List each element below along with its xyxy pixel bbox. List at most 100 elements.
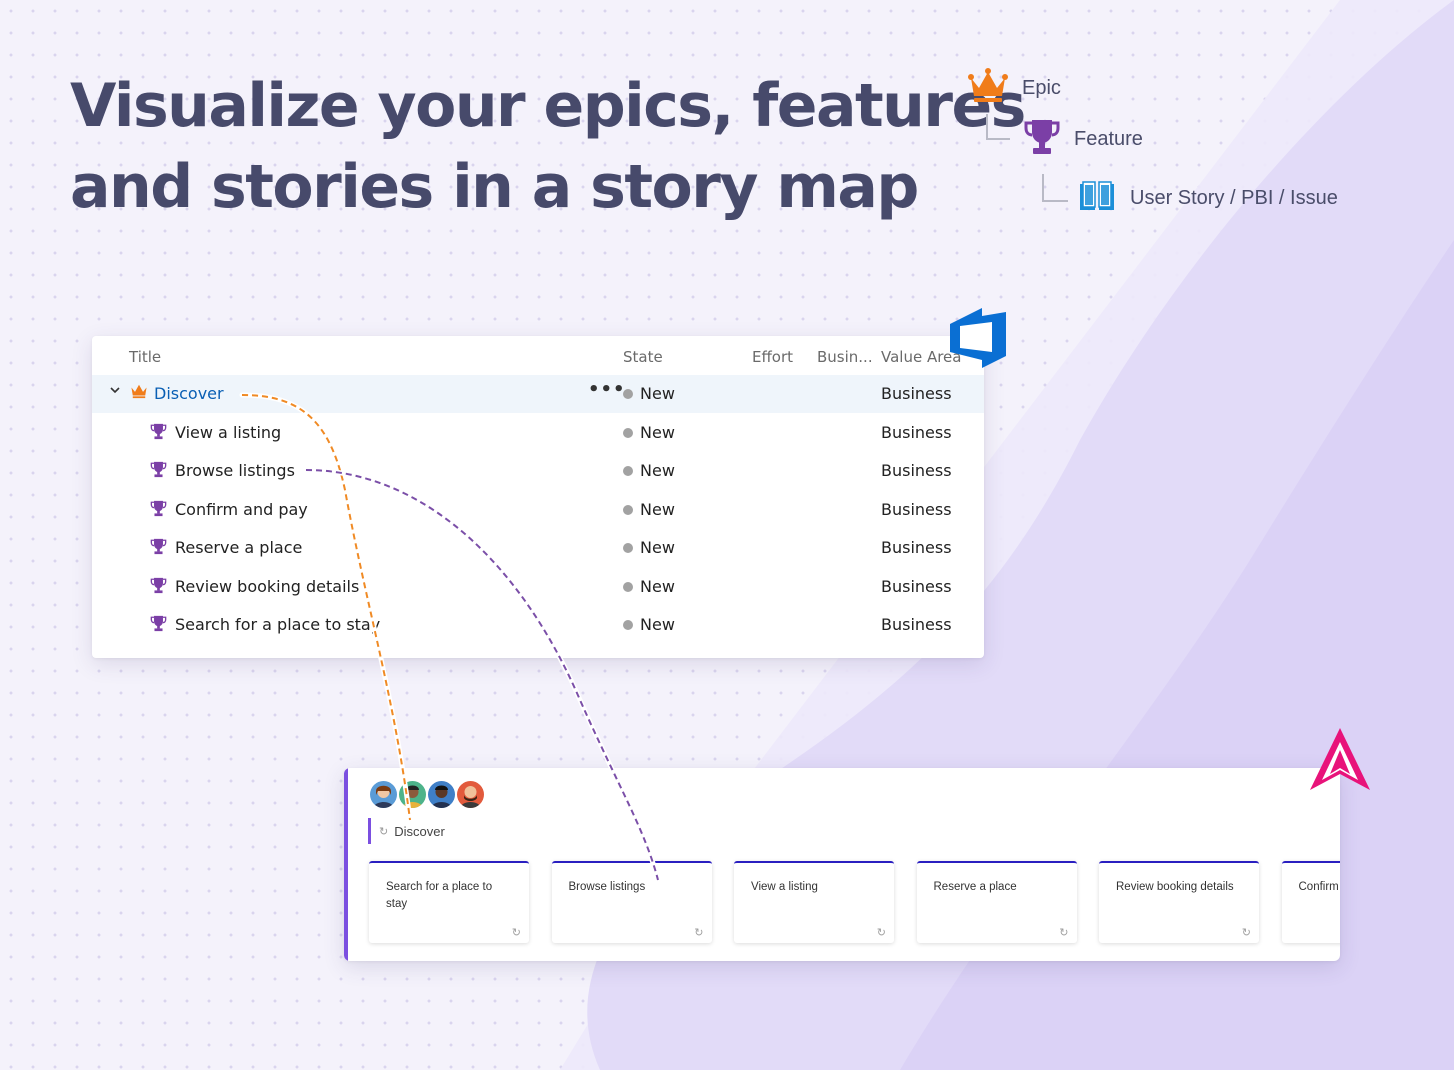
headline-line-2: and stories in a story map (70, 152, 919, 222)
avatar[interactable] (397, 779, 428, 810)
state-label: New (640, 538, 675, 557)
state-cell: New (623, 423, 675, 442)
state-dot-icon (623, 466, 633, 476)
story-map-board: ↻ Discover Search for a place to stay ↻ Br… (344, 768, 1340, 961)
avatar[interactable] (455, 779, 486, 810)
feature-card-title: Reserve a place (933, 881, 1017, 893)
sync-icon: ↻ (1241, 927, 1251, 939)
feature-card[interactable]: Search for a place to stay ↻ (369, 861, 529, 943)
state-cell: New (623, 384, 675, 403)
state-dot-icon (623, 581, 633, 592)
story-map-epic-title: Discover (394, 823, 445, 839)
feature-card-title: Confirm and pay (1298, 881, 1341, 893)
state-cell: New (623, 577, 675, 596)
state-label: New (640, 461, 675, 480)
hierarchy-legend: Epic Feature User Story / PBI / Issue (968, 66, 1388, 226)
row-title[interactable]: Browse listings (175, 461, 295, 480)
state-dot-icon (623, 427, 633, 438)
value-area-cell: Business (881, 422, 952, 442)
feature-card[interactable]: View a listing ↻ (734, 861, 894, 943)
story-map-epic[interactable]: ↻ Discover (368, 818, 445, 844)
trophy-icon (150, 500, 167, 521)
column-header-title[interactable]: Title (129, 348, 161, 366)
feature-card-title: View a listing (751, 881, 818, 893)
avatar[interactable] (426, 779, 457, 810)
chevron-down-icon[interactable] (110, 383, 120, 399)
sync-icon: ↻ (1059, 927, 1069, 939)
state-dot-icon (623, 620, 633, 630)
trophy-icon (150, 461, 167, 482)
column-header-business-value[interactable]: Busin... (817, 348, 873, 366)
state-cell: New (623, 500, 675, 519)
feature-card-title: Review booking details (1116, 881, 1234, 893)
state-label: New (640, 499, 675, 519)
row-title[interactable]: Search for a place to stay (175, 615, 380, 634)
table-row[interactable]: Reserve a place New Business (92, 529, 984, 567)
azure-devops-backlog-table: Title State Effort Busin... Value Area D… (92, 336, 984, 658)
trophy-icon (150, 577, 167, 598)
book-icon (1078, 180, 1116, 217)
table-row[interactable]: Confirm and pay New Business (92, 491, 984, 529)
crown-icon (130, 383, 148, 403)
state-label: New (640, 576, 675, 596)
table-row-epic[interactable]: Discover ••• New Business (92, 375, 984, 413)
avatar[interactable] (368, 779, 399, 810)
value-area-cell: Business (881, 576, 952, 596)
value-area-cell: Business (881, 499, 952, 519)
row-title[interactable]: Review booking details (175, 577, 359, 596)
state-dot-icon (623, 389, 633, 399)
crown-icon (968, 68, 1008, 109)
sync-icon: ↻ (876, 927, 886, 939)
legend-epic: Epic (968, 68, 1061, 109)
state-cell: New (623, 461, 675, 480)
table-row[interactable]: Review booking details New Business (92, 568, 984, 606)
state-label: New (640, 422, 675, 442)
feature-card-title: Search for a place to stay (386, 881, 493, 910)
azure-devops-logo (950, 308, 1006, 368)
value-area-cell: Business (881, 461, 952, 480)
headline-line-1: Visualize your epics, features (70, 71, 1026, 141)
story-map-app-logo (1310, 728, 1370, 790)
legend-connector-1 (986, 114, 1010, 140)
legend-epic-label: Epic (1022, 77, 1061, 99)
table-row[interactable]: Browse listings New Business (92, 452, 984, 490)
feature-card[interactable]: Confirm and pay↻ (1281, 861, 1341, 943)
table-header: Title State Effort Busin... Value Area (92, 336, 984, 376)
sync-icon: ↻ (379, 825, 389, 838)
headline: Visualize your epics, features and stori… (70, 66, 1026, 228)
row-title[interactable]: View a listing (175, 423, 281, 442)
board-accent-bar (344, 768, 348, 961)
more-actions-icon[interactable]: ••• (588, 379, 626, 400)
legend-feature: Feature (1024, 118, 1143, 161)
trophy-icon (150, 538, 167, 559)
state-label: New (640, 384, 675, 403)
state-cell: New (623, 615, 675, 634)
state-dot-icon (623, 543, 633, 553)
row-title[interactable]: Confirm and pay (175, 500, 308, 519)
epic-title-link[interactable]: Discover (154, 384, 224, 403)
trophy-icon (150, 423, 167, 444)
trophy-icon (1024, 118, 1060, 161)
feature-card-title: Browse listings (568, 881, 646, 893)
feature-card[interactable]: Review booking details ↻ (1099, 861, 1259, 943)
sync-icon: ↻ (511, 927, 521, 939)
table-row[interactable]: Search for a place to stay New Business (92, 606, 984, 644)
column-header-state[interactable]: State (623, 348, 663, 366)
trophy-icon (150, 615, 167, 636)
legend-feature-label: Feature (1074, 128, 1143, 150)
legend-story-label: User Story / PBI / Issue (1130, 187, 1338, 209)
state-label: New (640, 615, 675, 634)
feature-card[interactable]: Reserve a place ↻ (916, 861, 1077, 943)
state-cell: New (623, 538, 675, 557)
table-row[interactable]: View a listing New Business (92, 414, 984, 452)
legend-story: User Story / PBI / Issue (1078, 180, 1338, 217)
state-dot-icon (623, 504, 633, 515)
row-title[interactable]: Reserve a place (175, 538, 302, 557)
legend-connector-2 (1042, 174, 1068, 202)
value-area-cell: Business (881, 384, 952, 403)
feature-card[interactable]: Browse listings ↻ (551, 861, 712, 943)
sync-icon: ↻ (694, 927, 704, 939)
column-header-effort[interactable]: Effort (752, 348, 793, 366)
value-area-cell: Business (881, 538, 952, 557)
value-area-cell: Business (881, 615, 952, 634)
